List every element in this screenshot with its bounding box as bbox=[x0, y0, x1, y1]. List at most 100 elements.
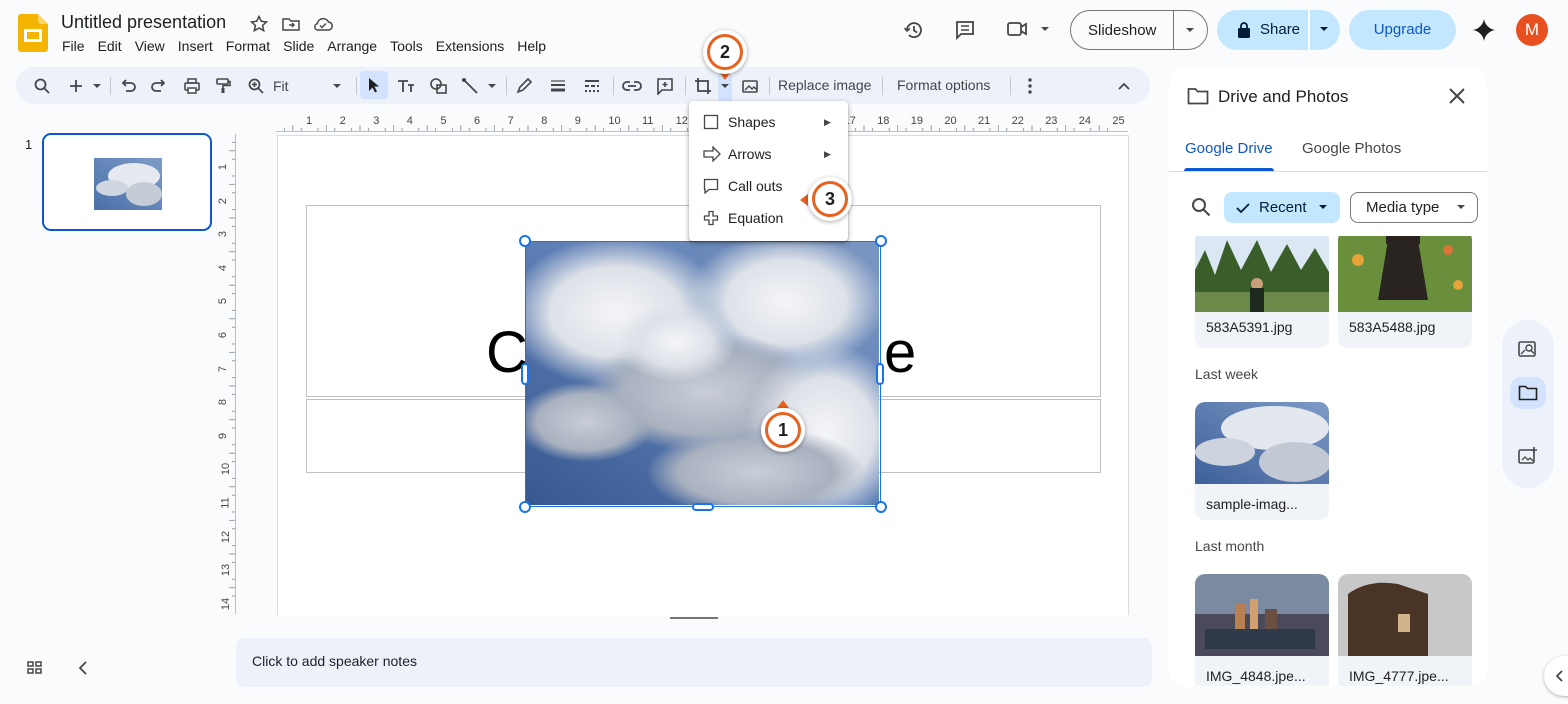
insert-shape-icon[interactable] bbox=[425, 67, 453, 104]
ruler-label: 8 bbox=[217, 399, 230, 406]
resize-handle-top-right[interactable] bbox=[875, 235, 887, 247]
menu-help[interactable]: Help bbox=[517, 38, 546, 54]
ruler-label: 19 bbox=[910, 115, 924, 127]
line-tool-icon[interactable] bbox=[459, 67, 501, 104]
share-label: Share bbox=[1260, 21, 1301, 38]
menu-insert[interactable]: Insert bbox=[178, 38, 213, 54]
ruler-label: 4 bbox=[217, 264, 230, 271]
menu-file[interactable]: File bbox=[62, 38, 85, 54]
crop-icon[interactable] bbox=[689, 67, 717, 104]
format-options-button[interactable]: Format options bbox=[897, 77, 990, 93]
cloud-saved-icon[interactable] bbox=[312, 14, 334, 34]
resize-handle-bottom-right[interactable] bbox=[875, 501, 887, 513]
text-box-icon[interactable] bbox=[392, 67, 420, 104]
notes-resize-handle[interactable] bbox=[670, 617, 718, 619]
menu-item-label: Equation bbox=[728, 210, 784, 226]
slideshow-options-chevron-icon[interactable] bbox=[1183, 26, 1197, 36]
star-icon[interactable] bbox=[249, 14, 269, 34]
share-options-chevron-icon[interactable] bbox=[1317, 25, 1331, 35]
selected-cloud-image[interactable] bbox=[525, 241, 881, 507]
print-icon[interactable] bbox=[178, 67, 206, 104]
gemini-sparkle-icon[interactable] bbox=[1472, 18, 1496, 42]
menu-arrange[interactable]: Arrange bbox=[327, 38, 377, 54]
account-avatar[interactable]: M bbox=[1516, 14, 1548, 46]
arrow-shape-icon bbox=[703, 146, 721, 162]
media-type-filter-chip[interactable]: Media type bbox=[1350, 192, 1478, 223]
menu-view[interactable]: View bbox=[135, 38, 165, 54]
menu-item-label: Call outs bbox=[728, 178, 783, 194]
slide-number: 1 bbox=[25, 137, 33, 152]
more-options-icon[interactable] bbox=[1016, 67, 1044, 104]
menu-extensions[interactable]: Extensions bbox=[436, 38, 504, 54]
border-weight-icon[interactable] bbox=[544, 67, 572, 104]
file-name: IMG_4848.jpe... bbox=[1206, 668, 1306, 684]
expand-side-rail-button[interactable] bbox=[1544, 656, 1568, 696]
meet-call-icon[interactable] bbox=[1006, 19, 1052, 39]
toolbar-divider bbox=[685, 77, 686, 95]
file-card[interactable]: sample-imag... bbox=[1195, 402, 1329, 520]
collapse-filmstrip-icon[interactable] bbox=[77, 660, 89, 676]
resize-handle-top-left[interactable] bbox=[519, 235, 531, 247]
border-dash-icon[interactable] bbox=[578, 67, 606, 104]
upgrade-button[interactable]: Upgrade bbox=[1349, 10, 1456, 50]
search-menus-icon[interactable] bbox=[26, 67, 58, 104]
resize-handle-bottom[interactable] bbox=[692, 503, 714, 511]
menu-item-shapes[interactable]: Shapes ▶ bbox=[689, 106, 848, 138]
replace-image-button[interactable]: Replace image bbox=[778, 77, 871, 93]
share-button[interactable]: Share bbox=[1217, 10, 1340, 50]
menu-slide[interactable]: Slide bbox=[283, 38, 314, 54]
close-icon[interactable] bbox=[1446, 85, 1468, 107]
ruler-label: 12 bbox=[220, 530, 233, 543]
speaker-notes[interactable]: Click to add speaker notes bbox=[236, 638, 1152, 687]
tab-google-drive[interactable]: Google Drive bbox=[1185, 140, 1273, 157]
file-name: IMG_4777.jpe... bbox=[1349, 668, 1449, 684]
paint-format-icon[interactable] bbox=[209, 67, 237, 104]
menu-tools[interactable]: Tools bbox=[390, 38, 423, 54]
file-card[interactable]: IMG_4848.jpe... bbox=[1195, 574, 1329, 686]
add-image-icon[interactable] bbox=[1517, 446, 1539, 466]
select-tool-icon[interactable] bbox=[360, 71, 388, 99]
menu-item-arrows[interactable]: Arrows ▶ bbox=[689, 138, 848, 170]
insert-link-icon[interactable] bbox=[618, 67, 646, 104]
file-card[interactable]: IMG_4777.jpe... bbox=[1338, 574, 1472, 686]
plus-shape-icon bbox=[703, 210, 719, 226]
grid-view-icon[interactable] bbox=[26, 660, 44, 676]
border-color-icon[interactable] bbox=[510, 67, 538, 104]
ruler-label: 21 bbox=[978, 115, 991, 127]
ruler-label: 8 bbox=[541, 115, 548, 127]
collapse-toolbar-icon[interactable] bbox=[1110, 67, 1138, 104]
search-icon[interactable] bbox=[1190, 196, 1212, 218]
slideshow-button[interactable]: Slideshow bbox=[1070, 10, 1208, 50]
slides-logo[interactable] bbox=[18, 14, 48, 52]
resize-handle-right[interactable] bbox=[876, 363, 884, 385]
ruler-label: 9 bbox=[217, 432, 230, 439]
add-comment-icon[interactable] bbox=[651, 67, 679, 104]
share-divider bbox=[1308, 10, 1310, 50]
slide-thumbnail[interactable] bbox=[42, 133, 212, 231]
file-grid[interactable]: 583A5391.jpg 583A5488.jpg Last week samp… bbox=[1169, 236, 1487, 686]
tab-google-photos[interactable]: Google Photos bbox=[1302, 140, 1401, 157]
menu-format[interactable]: Format bbox=[226, 38, 270, 54]
zoom-icon[interactable] bbox=[242, 67, 270, 104]
ruler-label: 6 bbox=[217, 331, 230, 339]
document-title[interactable]: Untitled presentation bbox=[61, 12, 226, 33]
drive-photos-rail-button[interactable] bbox=[1510, 377, 1546, 409]
comments-icon[interactable] bbox=[948, 13, 982, 47]
resize-handle-bottom-left[interactable] bbox=[519, 501, 531, 513]
step-marker-label: 2 bbox=[707, 34, 743, 70]
new-slide-icon[interactable] bbox=[64, 67, 106, 104]
version-history-icon[interactable] bbox=[897, 13, 931, 47]
menu-edit[interactable]: Edit bbox=[98, 38, 122, 54]
zoom-select[interactable]: Fit bbox=[273, 67, 349, 104]
ruler-label: 3 bbox=[217, 231, 230, 238]
move-folder-icon[interactable] bbox=[281, 14, 301, 34]
file-name: 583A5488.jpg bbox=[1349, 319, 1436, 335]
reset-image-icon[interactable] bbox=[736, 67, 764, 104]
recent-filter-chip[interactable]: Recent bbox=[1224, 192, 1340, 223]
file-card[interactable]: 583A5391.jpg bbox=[1195, 236, 1329, 348]
file-card[interactable]: 583A5488.jpg bbox=[1338, 236, 1472, 348]
redo-icon[interactable] bbox=[145, 67, 173, 104]
resize-handle-left[interactable] bbox=[521, 363, 529, 385]
image-search-icon[interactable] bbox=[1517, 339, 1539, 359]
undo-icon[interactable] bbox=[114, 67, 142, 104]
